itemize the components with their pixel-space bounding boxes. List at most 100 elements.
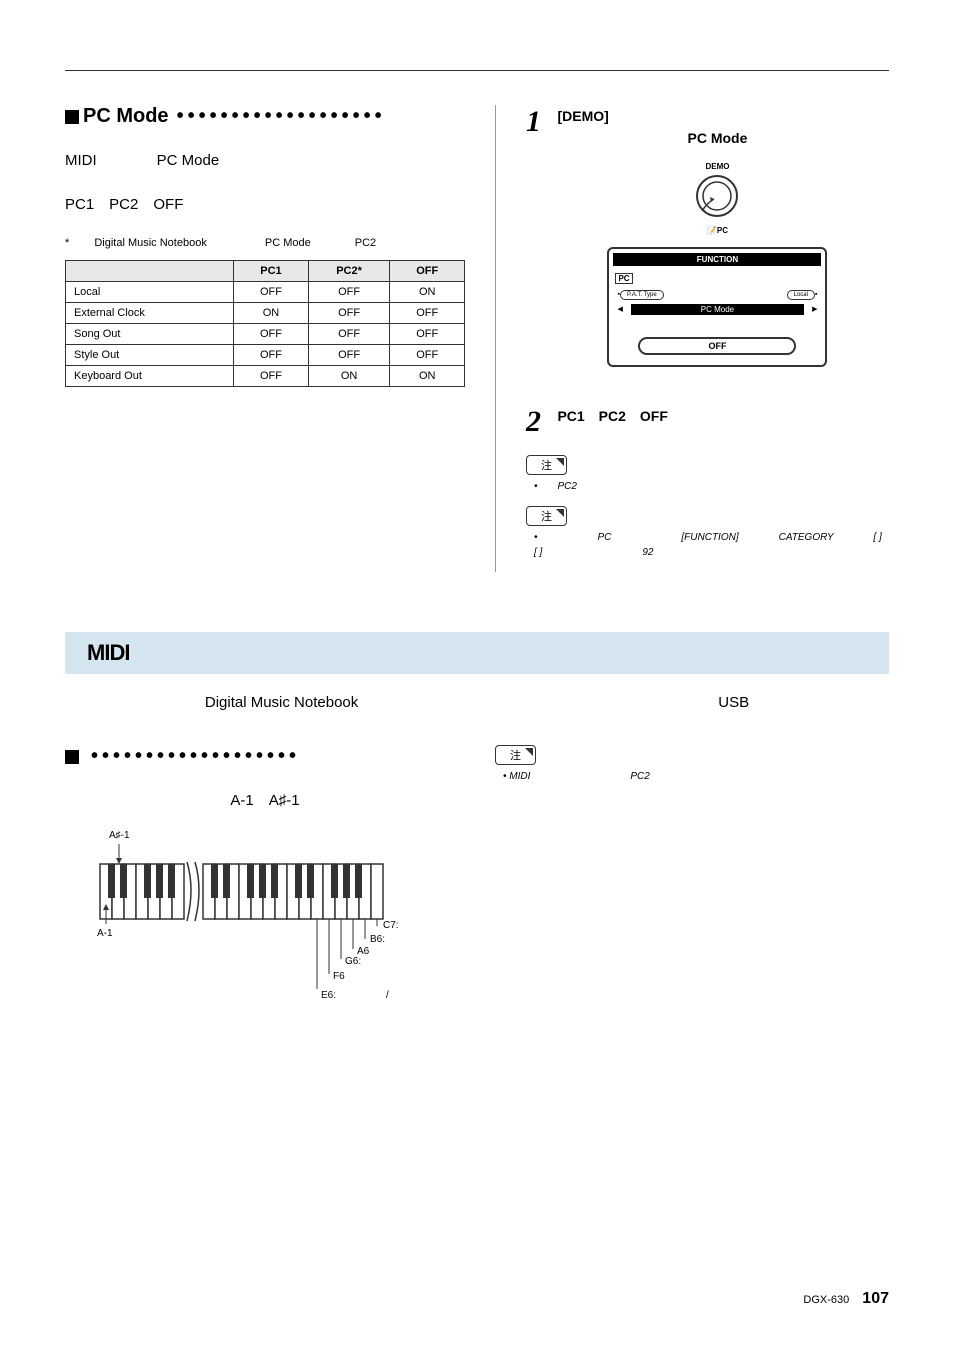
keyboard-svg	[95, 834, 395, 994]
midi-body: Digital Music Notebook USB	[65, 690, 889, 716]
cell: ON	[234, 302, 309, 323]
note-label-2: 注	[526, 506, 567, 526]
th-blank	[66, 260, 234, 281]
e6-label: E6: /	[321, 986, 441, 1001]
midi-header: MIDI	[65, 632, 889, 674]
table-header-row: PC1 PC2* OFF	[66, 260, 465, 281]
square-bullet-icon	[65, 110, 79, 124]
dots-leader: •••••••••••••••••••	[83, 745, 465, 768]
cell: OFF	[390, 344, 465, 365]
cell: OFF	[308, 302, 390, 323]
pcmode-body1: MIDI PC Mode	[65, 148, 465, 174]
th-off: OFF	[390, 260, 465, 281]
c7-label: C7:	[383, 920, 399, 931]
lcd-mode-row: ◀ PC Mode ▶	[613, 302, 821, 317]
table-row: Style Out OFF OFF OFF	[66, 344, 465, 365]
table-row: Song Out OFF OFF OFF	[66, 323, 465, 344]
midi-right-col: 注 • MIDI PC2	[495, 745, 889, 999]
step2-content: PC1 PC2 OFF	[557, 405, 877, 427]
midi-subtext: A-1 A♯-1	[65, 788, 465, 814]
pc-label: 📝PC	[682, 226, 752, 235]
main-content: PC Mode ••••••••••••••••••• MIDI PC Mode…	[65, 105, 889, 572]
keyboard-diagram: A♯-1	[95, 834, 465, 999]
cell: External Clock	[66, 302, 234, 323]
cell: Local	[66, 281, 234, 302]
note-block-2: 注 • PC [FUNCTION] CATEGORY [ ] [ ] 92	[526, 506, 889, 560]
cell: ON	[308, 365, 390, 386]
triangle-icon	[556, 458, 564, 466]
triangle-icon	[525, 748, 533, 756]
b6-label: B6:	[370, 934, 385, 945]
cell: OFF	[234, 281, 309, 302]
step2-title: PC1 PC2 OFF	[557, 405, 877, 427]
knob-icon	[692, 171, 742, 221]
step1: 1 [DEMO] PC Mode DEMO 📝PC	[526, 105, 889, 375]
table-row: Local OFF OFF ON	[66, 281, 465, 302]
lcd-mode: PC Mode	[631, 304, 804, 315]
note-label-1: 注	[526, 455, 567, 475]
pcmode-body2: PC1 PC2 OFF	[65, 192, 465, 218]
step1-content: [DEMO] PC Mode DEMO 📝PC FUNCTION	[557, 105, 877, 375]
cell: Style Out	[66, 344, 234, 365]
midi-note-label: 注	[495, 745, 536, 765]
page-number: 107	[862, 1290, 889, 1307]
page-footer: DGX-630 107	[803, 1290, 889, 1308]
lcd-function: FUNCTION	[613, 253, 821, 266]
asharp-label: A♯-1	[109, 830, 130, 841]
cell: OFF	[308, 344, 390, 365]
arrow-left-icon: ◀	[617, 305, 622, 313]
top-divider	[65, 70, 889, 71]
step2-number: 2	[526, 405, 541, 438]
midi-subheading: •••••••••••••••••••	[65, 745, 465, 768]
midi-heading: MIDI	[87, 640, 867, 666]
dots-leader: •••••••••••••••••••	[169, 105, 465, 128]
cell: OFF	[234, 365, 309, 386]
step1-number: 1	[526, 105, 541, 138]
lcd-off: OFF	[638, 337, 796, 355]
midi-left-col: ••••••••••••••••••• A-1 A♯-1 A♯-1	[65, 745, 465, 999]
pcmode-heading: PC Mode •••••••••••••••••••	[65, 105, 465, 128]
arrow-right-icon: ▶	[812, 305, 817, 313]
cell: OFF	[390, 302, 465, 323]
lcd-row-labels: ▪ P.A.T. Type Local ▪	[613, 288, 821, 302]
right-column: 1 [DEMO] PC Mode DEMO 📝PC	[495, 105, 889, 572]
cell: ON	[390, 281, 465, 302]
table-row: External Clock ON OFF OFF	[66, 302, 465, 323]
note-block-1: 注 • PC2	[526, 455, 889, 494]
square-bullet-icon	[65, 750, 79, 764]
pcmode-heading-text: PC Mode	[83, 105, 169, 128]
th-pc1: PC1	[234, 260, 309, 281]
lcd-screen: FUNCTION PC ▪ P.A.T. Type Local ▪ ◀ PC M…	[607, 247, 827, 367]
th-pc2: PC2*	[308, 260, 390, 281]
left-column: PC Mode ••••••••••••••••••• MIDI PC Mode…	[65, 105, 465, 572]
g6-label: G6:	[345, 956, 361, 967]
demo-label: DEMO	[682, 162, 752, 171]
note2-text: • PC [FUNCTION] CATEGORY [ ] [ ] 92	[526, 530, 889, 560]
step1-pcmode: PC Mode	[557, 127, 877, 149]
demo-bracket: [DEMO]	[557, 108, 608, 124]
lcd-local: Local	[787, 290, 815, 300]
midi-section: MIDI Digital Music Notebook USB ••••••••…	[65, 632, 889, 999]
table-row: Keyboard Out OFF ON ON	[66, 365, 465, 386]
cell: OFF	[308, 281, 390, 302]
lcd-pat: P.A.T. Type	[620, 290, 664, 300]
midi-note-text: • MIDI PC2	[495, 769, 889, 784]
note1-text: • PC2	[526, 479, 889, 494]
f6-label: F6	[333, 971, 345, 982]
step2: 2 PC1 PC2 OFF 注 • PC2 注 • PC [FUNCTIO	[526, 405, 889, 560]
cell: OFF	[308, 323, 390, 344]
cell: ON	[390, 365, 465, 386]
cell: Song Out	[66, 323, 234, 344]
a1-label: A-1	[97, 928, 113, 939]
model-label: DGX-630	[803, 1294, 849, 1306]
step1-title: [DEMO]	[557, 105, 877, 127]
cell: OFF	[234, 323, 309, 344]
pcmode-note: * Digital Music Notebook PC Mode PC2	[65, 235, 465, 252]
lcd-pc: PC	[615, 273, 632, 284]
cell: OFF	[390, 323, 465, 344]
midi-columns: ••••••••••••••••••• A-1 A♯-1 A♯-1	[65, 745, 889, 999]
cell: Keyboard Out	[66, 365, 234, 386]
demo-knob-diagram: DEMO 📝PC	[682, 162, 752, 235]
settings-table: PC1 PC2* OFF Local OFF OFF ON External C…	[65, 260, 465, 387]
triangle-icon	[556, 509, 564, 517]
